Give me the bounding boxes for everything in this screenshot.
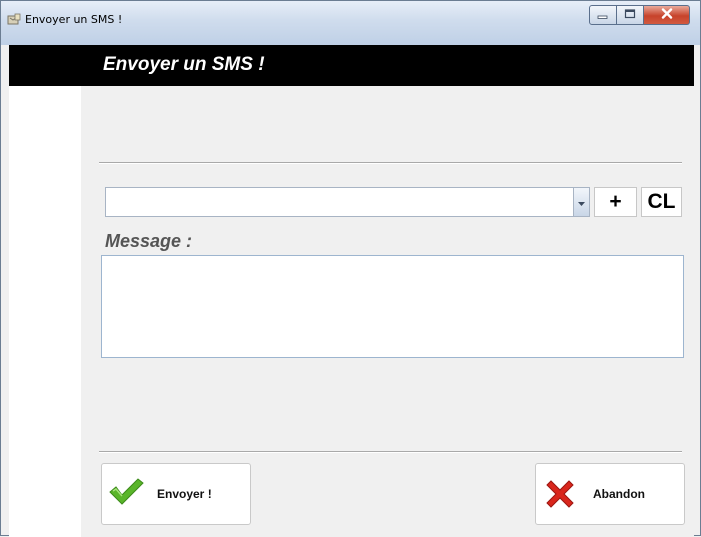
send-button[interactable]: Envoyer ! — [101, 463, 251, 525]
checkmark-icon — [108, 476, 144, 511]
sms-window: Envoyer un SMS ! Envoyer un SMS ! + CL M… — [0, 0, 701, 537]
sms-app-icon — [7, 13, 21, 27]
client-area: Envoyer un SMS ! + CL Message : Envoyer … — [9, 45, 694, 537]
divider-top — [99, 162, 682, 164]
header-banner: Envoyer un SMS ! — [9, 45, 694, 86]
close-button[interactable] — [644, 5, 690, 25]
divider-bottom — [99, 451, 682, 453]
recipient-combobox[interactable] — [105, 187, 590, 217]
message-label: Message : — [105, 231, 193, 251]
left-panel — [9, 86, 81, 537]
cancel-button[interactable]: Abandon — [535, 463, 685, 525]
message-textarea[interactable] — [101, 255, 684, 358]
recipient-dropdown-button[interactable] — [573, 188, 589, 216]
add-recipient-button[interactable]: + — [594, 187, 637, 217]
maximize-icon — [624, 6, 636, 24]
page-title: Envoyer un SMS ! — [103, 54, 265, 75]
minimize-button[interactable] — [589, 5, 617, 25]
minimize-icon — [597, 6, 609, 24]
send-label: Envoyer ! — [157, 487, 212, 501]
cancel-label: Abandon — [593, 487, 645, 501]
close-icon — [661, 6, 673, 24]
red-x-icon — [544, 478, 576, 515]
chevron-down-icon — [578, 193, 585, 211]
maximize-button[interactable] — [617, 5, 644, 25]
clear-recipient-button[interactable]: CL — [641, 187, 682, 217]
window-title: Envoyer un SMS ! — [25, 13, 123, 26]
title-bar[interactable]: Envoyer un SMS ! — [1, 1, 700, 45]
